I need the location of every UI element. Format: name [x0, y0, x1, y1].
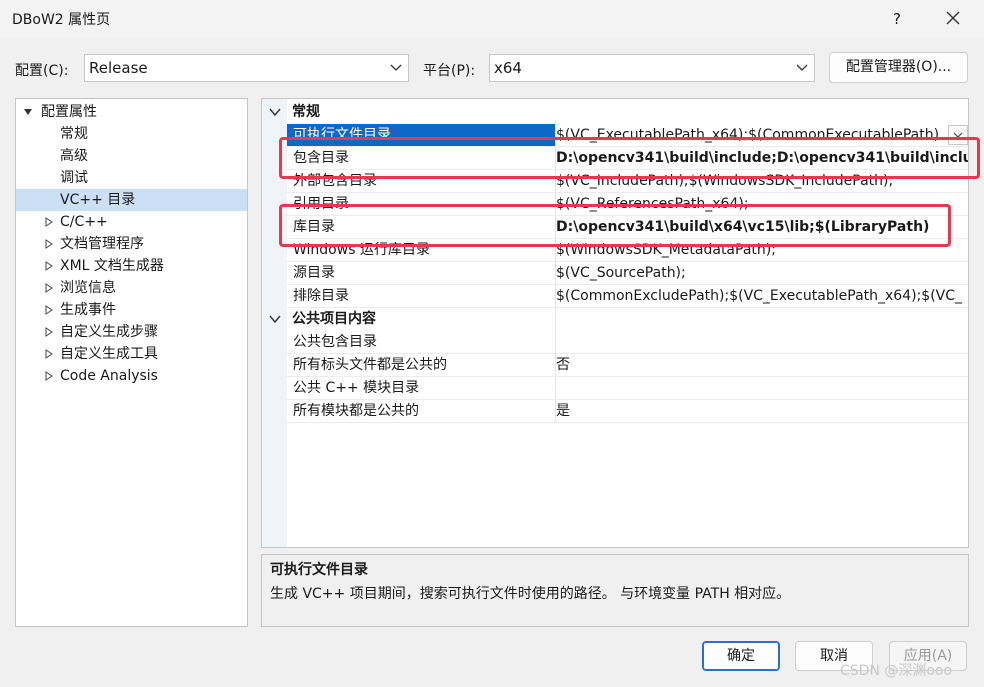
- tree-item-label: VC++ 目录: [60, 192, 136, 208]
- tree-item[interactable]: 文档管理程序: [16, 233, 247, 255]
- expand-triangle-icon[interactable]: [45, 371, 53, 381]
- property-value[interactable]: $(VC_SourcePath);: [556, 262, 968, 284]
- tree-item-label: 浏览信息: [60, 280, 116, 296]
- tree-item[interactable]: C/C++: [16, 211, 247, 233]
- expand-triangle-icon[interactable]: [45, 305, 53, 315]
- property-name: 公共包含目录: [293, 334, 377, 350]
- property-value[interactable]: $(CommonExcludePath);$(VC_ExecutablePath…: [556, 285, 968, 307]
- highlight-box-include: [279, 137, 980, 179]
- window-title: DBoW2 属性页: [12, 12, 111, 28]
- description-panel: 可执行文件目录 生成 VC++ 项目期间，搜索可执行文件时使用的路径。 与环境变…: [261, 554, 969, 627]
- property-name: 排除目录: [293, 288, 349, 304]
- property-value[interactable]: [556, 331, 968, 353]
- tree-item-label: 调试: [60, 170, 88, 186]
- tree-item-label: 常规: [60, 126, 88, 142]
- help-button[interactable]: ?: [884, 6, 910, 32]
- tree-item[interactable]: 自定义生成步骤: [16, 321, 247, 343]
- close-button[interactable]: [938, 6, 968, 32]
- property-value[interactable]: 否: [556, 354, 968, 376]
- property-row[interactable]: 所有模块都是公共的 是: [287, 400, 968, 423]
- category-row[interactable]: 公共项目内容: [262, 308, 968, 330]
- property-tree: 配置属性 常规高级调试 VC++ 目录 C/C++ 文档管理程序 XML 文档生成器 浏览…: [15, 98, 248, 627]
- property-row[interactable]: 源目录 $(VC_SourcePath);: [287, 262, 968, 285]
- tree-item[interactable]: 生成事件: [16, 299, 247, 321]
- tree-item[interactable]: 自定义生成工具: [16, 343, 247, 365]
- ok-button[interactable]: 确定: [702, 641, 780, 671]
- tree-item[interactable]: 浏览信息: [16, 277, 247, 299]
- expand-triangle-icon[interactable]: [45, 327, 53, 337]
- property-value[interactable]: [556, 377, 968, 399]
- config-label: 配置(C):: [15, 63, 69, 79]
- tree-item-label: 生成事件: [60, 302, 116, 318]
- property-row[interactable]: 排除目录 $(CommonExcludePath);$(VC_Executable…: [287, 285, 968, 308]
- config-value: Release: [89, 59, 148, 77]
- chevron-down-icon[interactable]: [269, 315, 281, 324]
- collapse-triangle-icon: [24, 109, 32, 115]
- tree-item-label: C/C++: [60, 214, 108, 230]
- tree-item[interactable]: XML 文档生成器: [16, 255, 247, 277]
- config-select[interactable]: Release: [84, 54, 409, 82]
- property-name: 公共 C++ 模块目录: [293, 380, 420, 396]
- tree-item[interactable]: 常规: [16, 123, 247, 145]
- category-row[interactable]: 常规: [262, 101, 968, 123]
- highlight-box-library: [279, 204, 951, 247]
- watermark: CSDN @深渊ooo: [840, 663, 953, 679]
- category-name: 常规: [292, 104, 320, 120]
- tree-item[interactable]: 调试: [16, 167, 247, 189]
- tree-item-label: 高级: [60, 148, 88, 164]
- chevron-down-icon[interactable]: [269, 108, 281, 117]
- expand-triangle-icon[interactable]: [45, 239, 53, 249]
- tree-item-label: 自定义生成步骤: [60, 324, 158, 340]
- property-name: 所有标头文件都是公共的: [293, 357, 447, 373]
- property-row[interactable]: 所有标头文件都是公共的 否: [287, 354, 968, 377]
- config-manager-button[interactable]: 配置管理器(O)...: [829, 52, 968, 83]
- expand-triangle-icon[interactable]: [45, 349, 53, 359]
- platform-value: x64: [494, 59, 522, 77]
- chevron-down-icon: [796, 64, 808, 71]
- property-value[interactable]: 是: [556, 400, 968, 422]
- expand-triangle-icon[interactable]: [45, 261, 53, 271]
- expand-triangle-icon[interactable]: [45, 283, 53, 293]
- property-row[interactable]: 公共 C++ 模块目录: [287, 377, 968, 400]
- description-text: 生成 VC++ 项目期间，搜索可执行文件时使用的路径。 与环境变量 PATH 相…: [270, 586, 791, 602]
- description-title: 可执行文件目录: [270, 562, 368, 578]
- platform-label: 平台(P):: [423, 63, 476, 79]
- tree-item-label: XML 文档生成器: [60, 258, 164, 274]
- tree-item-label: 自定义生成工具: [60, 346, 158, 362]
- platform-select[interactable]: x64: [489, 54, 815, 82]
- property-name: 源目录: [293, 265, 335, 281]
- property-name: 所有模块都是公共的: [293, 403, 419, 419]
- expand-triangle-icon[interactable]: [45, 217, 53, 227]
- tree-root-label: 配置属性: [41, 104, 97, 120]
- tree-item[interactable]: VC++ 目录: [16, 189, 247, 211]
- property-row[interactable]: 公共包含目录: [287, 331, 968, 354]
- tree-item[interactable]: Code Analysis: [16, 365, 247, 387]
- chevron-down-icon: [390, 64, 402, 71]
- category-name: 公共项目内容: [292, 311, 376, 327]
- close-icon: [946, 11, 960, 25]
- title-bar: DBoW2 属性页 ?: [0, 0, 984, 38]
- tree-item-label: Code Analysis: [60, 368, 158, 384]
- tree-item[interactable]: 高级: [16, 145, 247, 167]
- tree-item-label: 文档管理程序: [60, 236, 144, 252]
